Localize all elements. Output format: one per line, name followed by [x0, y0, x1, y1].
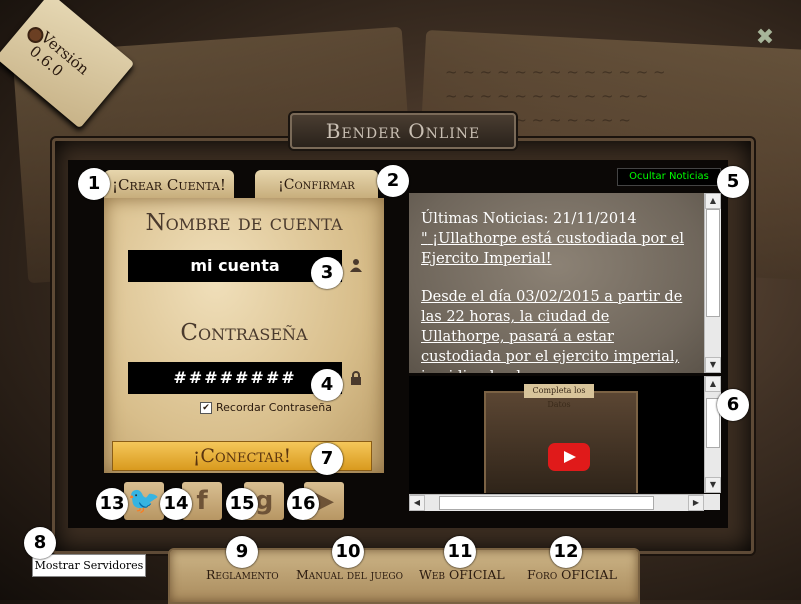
login-panel: Nombre de cuenta Contraseña — [104, 198, 384, 473]
scroll-down-arrow[interactable]: ▼ — [705, 477, 721, 493]
manual-link[interactable]: Manual del juego — [296, 567, 403, 582]
news-panel[interactable]: Últimas Noticias: 21/11/2014 " ¡Ullathor… — [409, 193, 704, 373]
news-scroll-thumb[interactable] — [706, 209, 720, 317]
account-input[interactable]: mi cuenta — [128, 250, 342, 282]
close-button[interactable]: ✖ — [754, 27, 776, 49]
callout-7: 7 — [311, 443, 343, 475]
callout-12: 12 — [550, 536, 582, 568]
facebook-icon: f — [196, 486, 208, 516]
close-icon: ✖ — [755, 25, 775, 50]
lock-icon — [349, 371, 363, 385]
callout-13: 13 — [96, 488, 128, 520]
twitter-button[interactable]: 🐦 — [124, 482, 164, 520]
password-label: Contraseña — [180, 320, 308, 346]
remember-checkbox[interactable]: ✔ — [200, 401, 212, 414]
show-servers-button[interactable]: Mostrar Servidores — [32, 554, 146, 577]
scroll-down-arrow[interactable]: ▼ — [705, 357, 721, 373]
news-header: Últimas Noticias: 21/11/2014 — [421, 211, 637, 227]
video-panel[interactable]: Completa los Datos — [409, 376, 704, 493]
news-link-marker: " — [421, 231, 428, 247]
callout-10: 10 — [332, 536, 364, 568]
video-hscroll-thumb[interactable] — [439, 496, 654, 510]
scroll-right-arrow[interactable]: ▶ — [688, 495, 704, 511]
video-scrollbar[interactable]: ▲ ▼ — [704, 376, 721, 493]
app-title: Bender Online — [325, 119, 481, 143]
hide-news-button[interactable]: Ocultar Noticias — [617, 168, 721, 186]
video-title: Completa los Datos — [524, 384, 594, 409]
scroll-up-arrow[interactable]: ▲ — [705, 193, 721, 209]
callout-5: 5 — [717, 166, 749, 198]
play-icon[interactable] — [548, 443, 590, 471]
forum-link[interactable]: Foro OFICIAL — [527, 567, 617, 582]
callout-1: 1 — [78, 168, 110, 200]
news-headline: ¡Ullathorpe está custodiada por el Ejerc… — [421, 231, 684, 267]
callout-2: 2 — [377, 165, 409, 197]
web-link[interactable]: Web OFICIAL — [419, 567, 505, 582]
callout-3: 3 — [311, 257, 343, 289]
callout-11: 11 — [444, 536, 476, 568]
callout-14: 14 — [160, 488, 192, 520]
title-plate: Bender Online — [290, 113, 516, 149]
account-label: Nombre de cuenta — [145, 210, 343, 236]
scroll-left-arrow[interactable]: ◀ — [409, 495, 425, 511]
news-scrollbar[interactable]: ▲ ▼ — [704, 193, 721, 373]
rules-link[interactable]: Reglamento — [206, 567, 279, 582]
tab-confirm-account[interactable]: ¡Confirmar cuenta! — [255, 170, 378, 223]
twitter-icon: 🐦 — [127, 486, 161, 516]
user-icon — [349, 258, 363, 272]
callout-6: 6 — [717, 389, 749, 421]
callout-15: 15 — [226, 488, 258, 520]
scroll-up-arrow[interactable]: ▲ — [705, 376, 721, 392]
callout-8: 8 — [24, 527, 56, 559]
scroll-corner — [704, 494, 720, 510]
news-body-link[interactable]: Desde el día 03/02/2015 a partir de las … — [421, 289, 682, 373]
news-headline-link[interactable]: " ¡Ullathorpe está custodiada por el Eje… — [421, 231, 684, 267]
callout-16: 16 — [287, 488, 319, 520]
remember-label: Recordar Contraseña — [216, 401, 332, 414]
video-hscrollbar[interactable]: ◀ ▶ — [409, 494, 704, 511]
remember-password[interactable]: ✔ Recordar Contraseña — [200, 401, 332, 414]
callout-4: 4 — [311, 369, 343, 401]
password-input[interactable]: ######## — [128, 362, 342, 394]
callout-9: 9 — [226, 536, 258, 568]
tab-create-account[interactable]: ¡Crear Cuenta! — [104, 170, 234, 200]
